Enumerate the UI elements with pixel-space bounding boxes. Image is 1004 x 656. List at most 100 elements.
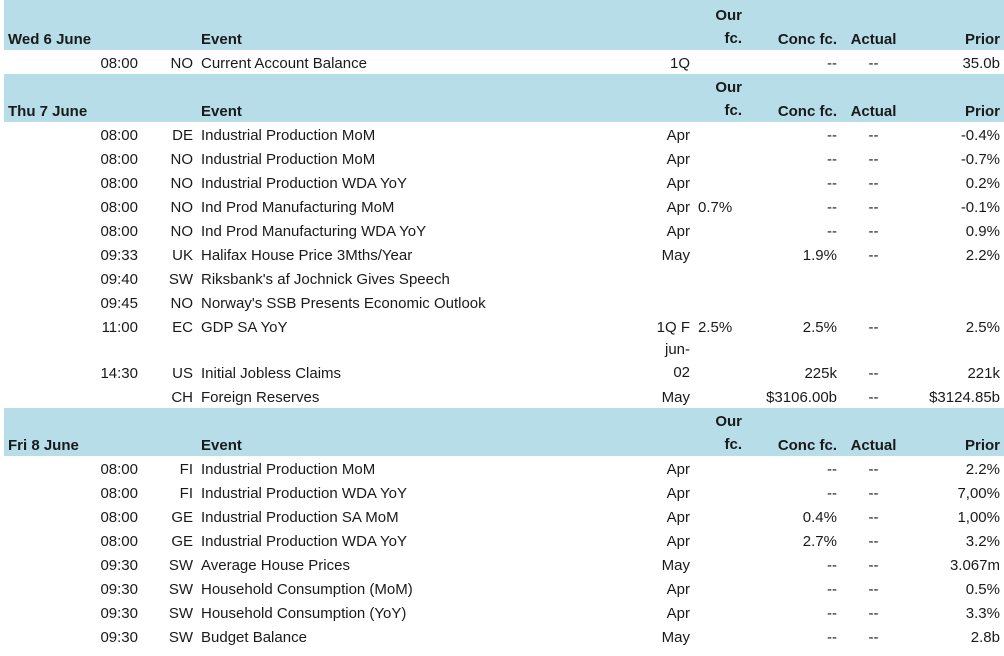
country-cell: SW bbox=[168, 557, 193, 574]
event-cell: Industrial Production WDA YoY bbox=[201, 533, 407, 550]
country-cell: FI bbox=[179, 485, 193, 502]
event-cell: Current Account Balance bbox=[201, 55, 367, 72]
our-fc-cell bbox=[694, 600, 746, 624]
event-cell: Household Consumption (MoM) bbox=[201, 581, 413, 598]
conc-fc-cell: -- bbox=[827, 485, 837, 502]
country-cell: NO bbox=[170, 55, 194, 72]
our-fc-cell bbox=[694, 528, 746, 552]
event-row: CH Foreign Reserves May $3106.00b -- $3124.85… bbox=[4, 384, 1004, 408]
country-cell: NO bbox=[170, 223, 194, 240]
our-fc-header: Our fc. bbox=[694, 408, 746, 456]
our-fc-cell bbox=[694, 338, 746, 384]
our-fc-header: Our fc. bbox=[694, 74, 746, 122]
our-fc-cell bbox=[694, 122, 746, 146]
event-row: 09:40 SW Riksbank's af Jochnick Gives Spee… bbox=[4, 266, 1004, 290]
our-fc-cell bbox=[694, 170, 746, 194]
actual-cell: -- bbox=[868, 151, 879, 168]
country-cell: SW bbox=[168, 629, 193, 646]
time-cell bbox=[4, 384, 142, 408]
country-cell: SW bbox=[168, 271, 193, 288]
event-cell: GDP SA YoY bbox=[201, 319, 288, 336]
period-cell: Apr bbox=[666, 199, 690, 216]
calendar-body: Wed 6 June Event Our fc. Conc fc. Actual Prior… bbox=[4, 0, 1004, 648]
conc-fc-cell: -- bbox=[827, 581, 837, 598]
conc-fc-cell: -- bbox=[827, 629, 837, 646]
prior-cell: 2.8b bbox=[970, 629, 1000, 646]
day-label: Fri 8 June bbox=[4, 408, 142, 456]
country-cell: DE bbox=[172, 127, 193, 144]
period-cell: May bbox=[661, 557, 690, 574]
period-cell: Apr bbox=[666, 223, 690, 240]
conc-fc-cell: -- bbox=[827, 175, 837, 192]
actual-cell: -- bbox=[868, 509, 879, 526]
event-cell: Ind Prod Manufacturing MoM bbox=[201, 199, 395, 216]
period-cell: 1Q bbox=[669, 55, 690, 72]
conc-fc-header: Conc fc. bbox=[746, 408, 841, 456]
prior-cell: 221k bbox=[967, 365, 1000, 382]
conc-fc-cell: $3106.00b bbox=[766, 389, 837, 406]
period-cell: Apr bbox=[666, 151, 690, 168]
event-row: 08:00 DE Industrial Production MoM Apr -- -- -… bbox=[4, 122, 1004, 146]
prior-cell: 0.2% bbox=[965, 175, 1000, 192]
time-cell: 08:00 bbox=[100, 223, 138, 240]
actual-cell bbox=[841, 266, 906, 290]
our-fc-header-line2: fc. bbox=[724, 102, 742, 119]
prior-cell: $3124.85b bbox=[929, 389, 1000, 406]
actual-cell: -- bbox=[868, 55, 879, 72]
conc-fc-cell: 225k bbox=[804, 365, 837, 382]
country-cell: NO bbox=[170, 199, 194, 216]
event-row: 08:00 NO Industrial Production MoM Apr -- -- -… bbox=[4, 146, 1004, 170]
event-row: 11:00 EC GDP SA YoY 1Q F 2.5% 2.5% -- 2.5% bbox=[4, 314, 1004, 338]
period-cell: jun- 02 bbox=[633, 338, 694, 384]
prior-cell: 0.9% bbox=[965, 223, 1000, 240]
time-cell: 09:30 bbox=[100, 629, 138, 646]
prior-cell: 7,00% bbox=[957, 485, 1000, 502]
conc-fc-cell: -- bbox=[827, 223, 837, 240]
our-fc-header-line2: fc. bbox=[724, 436, 742, 453]
period-cell: Apr bbox=[666, 509, 690, 526]
our-fc-cell bbox=[694, 50, 746, 74]
actual-header: Actual bbox=[841, 0, 906, 50]
our-fc-cell: 2.5% bbox=[698, 319, 733, 336]
actual-cell: -- bbox=[868, 223, 879, 240]
time-cell: 09:30 bbox=[100, 557, 138, 574]
event-cell: Industrial Production WDA YoY bbox=[201, 175, 407, 192]
country-cell: NO bbox=[170, 175, 194, 192]
event-cell: Initial Jobless Claims bbox=[201, 365, 342, 382]
our-fc-cell bbox=[694, 504, 746, 528]
prior-cell bbox=[906, 266, 1004, 290]
actual-cell: -- bbox=[868, 533, 879, 550]
actual-cell: -- bbox=[868, 365, 879, 382]
event-header: Event bbox=[197, 408, 633, 456]
conc-fc-cell: -- bbox=[827, 557, 837, 574]
event-cell: Norway's SSB Presents Economic Outlook bbox=[201, 295, 486, 312]
country-cell: EC bbox=[172, 319, 193, 336]
prior-cell: 3.067m bbox=[949, 557, 1000, 574]
country-header bbox=[142, 408, 197, 456]
period-cell bbox=[633, 290, 694, 314]
time-cell: 09:33 bbox=[100, 247, 138, 264]
our-fc-cell bbox=[694, 576, 746, 600]
economic-calendar-table: Wed 6 June Event Our fc. Conc fc. Actual Prior… bbox=[4, 0, 1004, 648]
period-cell: Apr bbox=[666, 175, 690, 192]
conc-fc-header: Conc fc. bbox=[746, 74, 841, 122]
period-line1: jun- bbox=[664, 341, 690, 358]
time-cell: 14:30 bbox=[100, 365, 138, 382]
event-row: 14:30 US Initial Jobless Claims jun- 02 225k -… bbox=[4, 338, 1004, 384]
prior-cell: 2.2% bbox=[965, 247, 1000, 264]
event-cell: Budget Balance bbox=[201, 629, 307, 646]
prior-cell: 0.5% bbox=[965, 581, 1000, 598]
day-header-row: Thu 7 June Event Our fc. Conc fc. Actual Prior bbox=[4, 74, 1004, 122]
period-header bbox=[633, 0, 694, 50]
event-cell: Halifax House Price 3Mths/Year bbox=[201, 247, 413, 264]
day-label: Thu 7 June bbox=[4, 74, 142, 122]
country-cell: FI bbox=[179, 461, 193, 478]
country-cell: NO bbox=[170, 295, 194, 312]
prior-cell: 3.2% bbox=[965, 533, 1000, 550]
event-header: Event bbox=[197, 74, 633, 122]
our-fc-cell bbox=[694, 456, 746, 480]
time-cell: 08:00 bbox=[100, 199, 138, 216]
our-fc-cell bbox=[694, 218, 746, 242]
our-fc-header-line2: fc. bbox=[724, 30, 742, 47]
period-cell: Apr bbox=[666, 533, 690, 550]
